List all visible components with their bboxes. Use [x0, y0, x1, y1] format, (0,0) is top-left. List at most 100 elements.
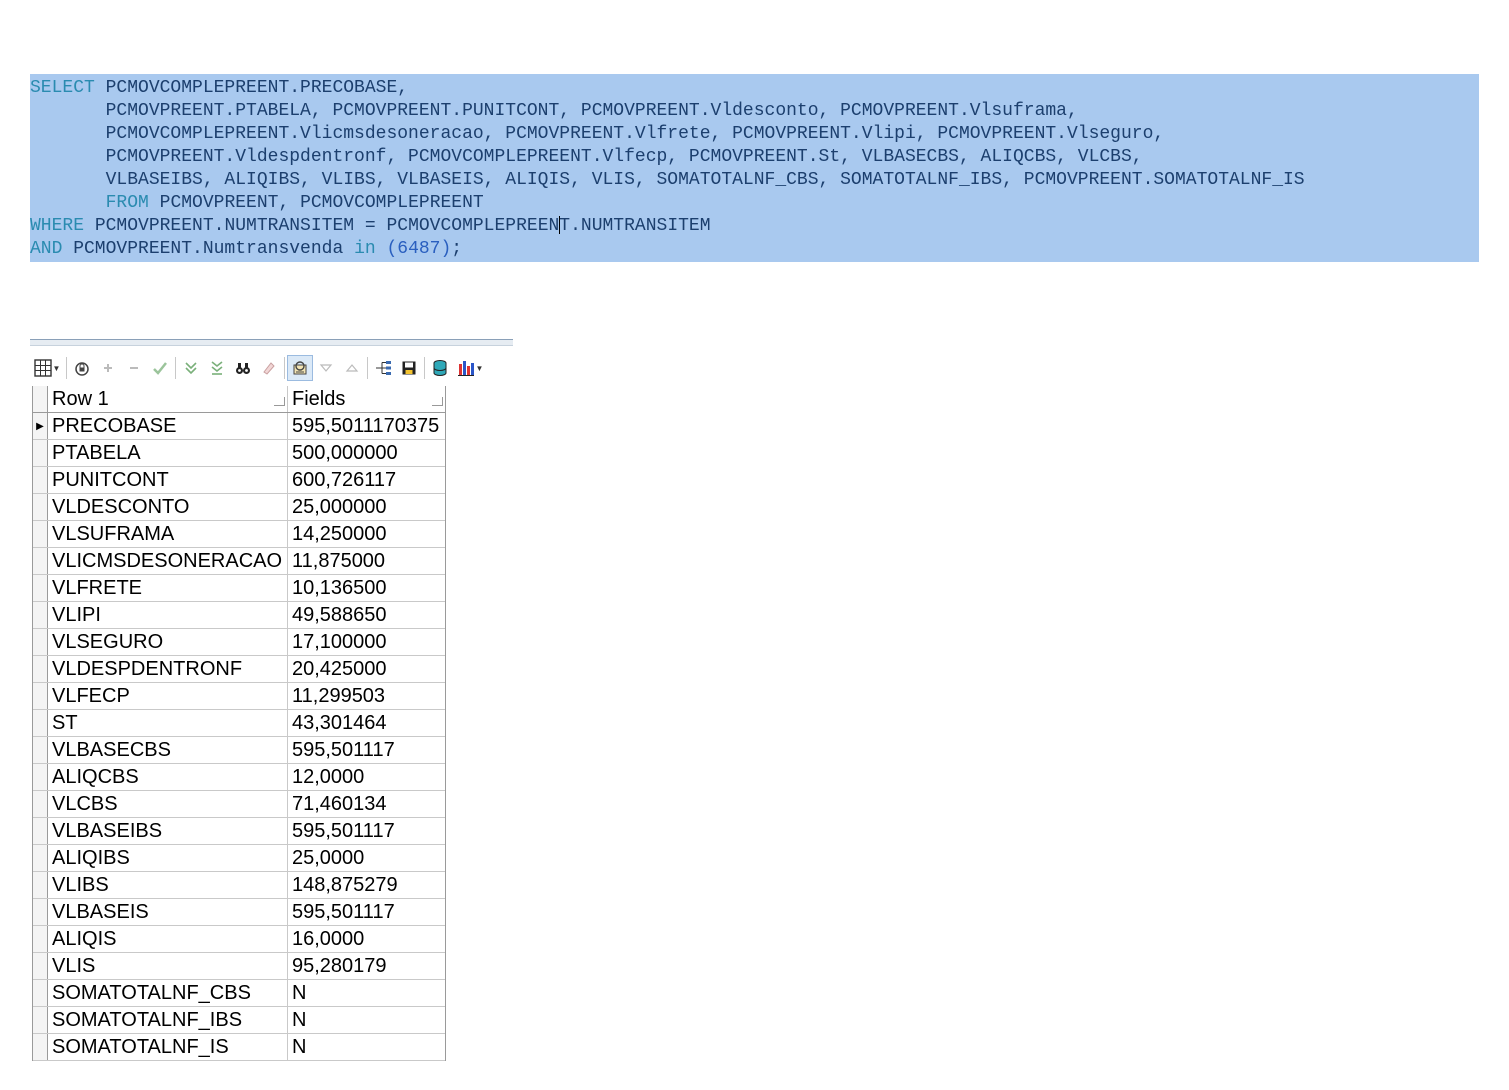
table-row[interactable]: ALIQIBS 25,0000 [33, 845, 445, 872]
field-name-cell[interactable]: VLBASECBS [48, 737, 288, 763]
row-indicator[interactable] [33, 980, 48, 1006]
row-indicator[interactable] [33, 872, 48, 898]
table-row[interactable]: VLCBS 71,460134 [33, 791, 445, 818]
field-value-cell[interactable]: 12,0000 [288, 764, 445, 790]
row-indicator[interactable] [33, 575, 48, 601]
row-indicator[interactable] [33, 656, 48, 682]
table-row[interactable]: VLIS 95,280179 [33, 953, 445, 980]
current-row-indicator-icon[interactable]: ▶ [33, 413, 48, 439]
table-row[interactable]: ALIQCBS 12,0000 [33, 764, 445, 791]
field-name-cell[interactable]: VLIBS [48, 872, 288, 898]
field-value-cell[interactable]: 11,875000 [288, 548, 445, 574]
database-button[interactable] [427, 355, 453, 381]
field-value-cell[interactable]: 595,501117 [288, 818, 445, 844]
field-value-cell[interactable]: 20,425000 [288, 656, 445, 682]
field-name-cell[interactable]: VLSEGURO [48, 629, 288, 655]
field-value-cell[interactable]: 25,000000 [288, 494, 445, 520]
column-header-fields[interactable]: Fields [288, 386, 445, 412]
field-name-cell[interactable]: ALIQCBS [48, 764, 288, 790]
row-indicator[interactable] [33, 521, 48, 547]
panel-splitter[interactable] [30, 339, 513, 346]
field-value-cell[interactable]: 595,501117 [288, 899, 445, 925]
table-row[interactable]: VLIBS 148,875279 [33, 872, 445, 899]
table-row[interactable]: VLSUFRAMA 14,250000 [33, 521, 445, 548]
field-value-cell[interactable]: 17,100000 [288, 629, 445, 655]
row-indicator[interactable] [33, 845, 48, 871]
field-value-cell[interactable]: 14,250000 [288, 521, 445, 547]
field-value-cell[interactable]: 16,0000 [288, 926, 445, 952]
field-name-cell[interactable]: VLFECP [48, 683, 288, 709]
field-name-cell[interactable]: PTABELA [48, 440, 288, 466]
last-button[interactable] [204, 355, 230, 381]
field-name-cell[interactable]: VLDESPDENTRONF [48, 656, 288, 682]
field-name-cell[interactable]: VLIS [48, 953, 288, 979]
field-name-cell[interactable]: SOMATOTALNF_CBS [48, 980, 288, 1006]
table-row[interactable]: VLFRETE 10,136500 [33, 575, 445, 602]
post-button[interactable] [147, 355, 173, 381]
row-indicator[interactable] [33, 818, 48, 844]
field-name-cell[interactable]: VLBASEIBS [48, 818, 288, 844]
row-indicator[interactable] [33, 602, 48, 628]
field-value-cell[interactable]: N [288, 980, 445, 1006]
field-name-cell[interactable]: ALIQIS [48, 926, 288, 952]
field-value-cell[interactable]: 595,501117 [288, 737, 445, 763]
table-row[interactable]: PTABELA 500,000000 [33, 440, 445, 467]
table-row[interactable]: ▶ PRECOBASE 595,5011170375 [33, 413, 445, 440]
field-name-cell[interactable]: VLCBS [48, 791, 288, 817]
table-row[interactable]: SOMATOTALNF_IS N [33, 1034, 445, 1061]
table-row[interactable]: ALIQIS 16,0000 [33, 926, 445, 953]
table-row[interactable]: VLIPI 49,588650 [33, 602, 445, 629]
field-value-cell[interactable]: 10,136500 [288, 575, 445, 601]
row-indicator[interactable] [33, 953, 48, 979]
field-name-cell[interactable]: ST [48, 710, 288, 736]
field-value-cell[interactable]: 43,301464 [288, 710, 445, 736]
field-name-cell[interactable]: PUNITCONT [48, 467, 288, 493]
table-row[interactable]: ST 43,301464 [33, 710, 445, 737]
save-button[interactable] [396, 355, 422, 381]
chart-button[interactable]: ▼ [453, 355, 487, 381]
field-name-cell[interactable]: VLDESCONTO [48, 494, 288, 520]
field-value-cell[interactable]: N [288, 1007, 445, 1033]
row-indicator[interactable] [33, 548, 48, 574]
table-row[interactable]: PUNITCONT 600,726117 [33, 467, 445, 494]
row-indicator[interactable] [33, 629, 48, 655]
field-value-cell[interactable]: 11,299503 [288, 683, 445, 709]
table-row[interactable]: VLBASEIS 595,501117 [33, 899, 445, 926]
sql-editor[interactable]: SELECT PCMOVCOMPLEPREENT.PRECOBASE, PCMO… [30, 74, 1479, 262]
row-indicator[interactable] [33, 467, 48, 493]
row-indicator[interactable] [33, 710, 48, 736]
field-value-cell[interactable]: 95,280179 [288, 953, 445, 979]
filter-up-button[interactable] [339, 355, 365, 381]
row-indicator[interactable] [33, 791, 48, 817]
row-indicator[interactable] [33, 737, 48, 763]
delete-button[interactable] [121, 355, 147, 381]
table-row[interactable]: VLDESCONTO 25,000000 [33, 494, 445, 521]
field-value-cell[interactable]: 595,5011170375 [288, 413, 445, 439]
field-name-cell[interactable]: VLBASEIS [48, 899, 288, 925]
field-value-cell[interactable]: 49,588650 [288, 602, 445, 628]
field-value-cell[interactable]: N [288, 1034, 445, 1060]
table-row[interactable]: SOMATOTALNF_IBS N [33, 1007, 445, 1034]
field-name-cell[interactable]: SOMATOTALNF_IBS [48, 1007, 288, 1033]
field-name-cell[interactable]: SOMATOTALNF_IS [48, 1034, 288, 1060]
lookup-button[interactable] [287, 355, 313, 381]
table-row[interactable]: VLFECP 11,299503 [33, 683, 445, 710]
column-header-row-1[interactable]: Row 1 [48, 386, 288, 412]
table-row[interactable]: SOMATOTALNF_CBS N [33, 980, 445, 1007]
insert-button[interactable] [95, 355, 121, 381]
field-name-cell[interactable]: VLSUFRAMA [48, 521, 288, 547]
tree-view-button[interactable] [370, 355, 396, 381]
table-row[interactable]: VLICMSDESONERACAO 11,875000 [33, 548, 445, 575]
clear-button[interactable] [256, 355, 282, 381]
lock-button[interactable] [69, 355, 95, 381]
table-row[interactable]: VLDESPDENTRONF 20,425000 [33, 656, 445, 683]
table-row[interactable]: VLSEGURO 17,100000 [33, 629, 445, 656]
row-indicator[interactable] [33, 440, 48, 466]
field-name-cell[interactable]: VLFRETE [48, 575, 288, 601]
field-name-cell[interactable]: VLICMSDESONERACAO [48, 548, 288, 574]
row-indicator[interactable] [33, 1034, 48, 1060]
find-button[interactable] [230, 355, 256, 381]
record-grid[interactable]: Row 1 Fields ▶ PRECOBASE 595,5011170375 PTA… [32, 386, 446, 1061]
field-value-cell[interactable]: 148,875279 [288, 872, 445, 898]
row-indicator[interactable] [33, 926, 48, 952]
